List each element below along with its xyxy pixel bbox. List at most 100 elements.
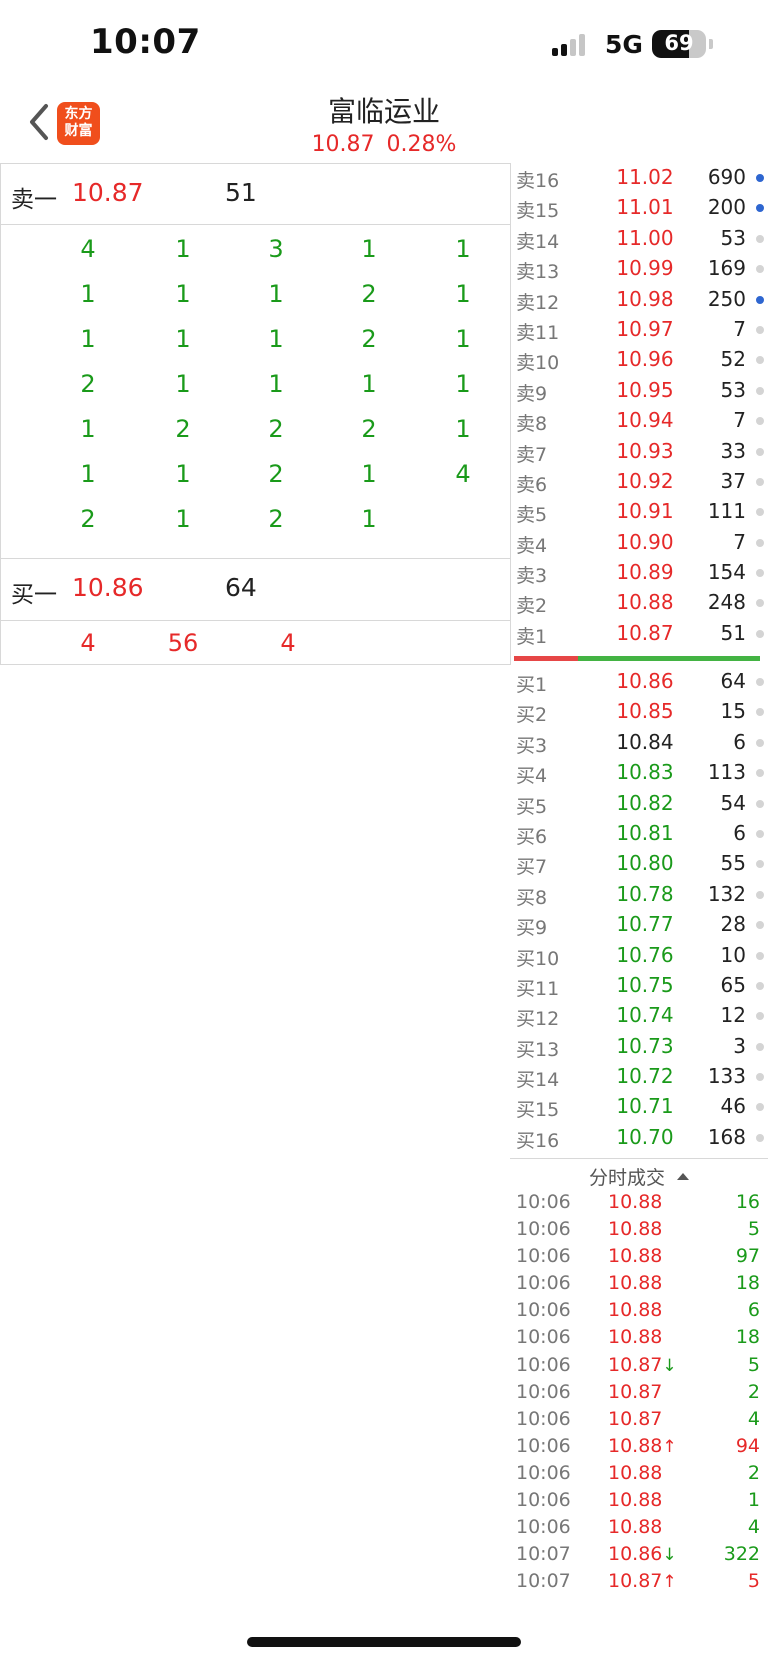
level-dot-icon bbox=[756, 1012, 764, 1021]
trade-row[interactable]: 10:06 10.87 4 bbox=[510, 1406, 768, 1433]
ask-level-row[interactable]: 卖10 10.96 52 bbox=[510, 345, 768, 375]
level-dot-icon bbox=[756, 860, 764, 869]
bid-level-row[interactable]: 买16 10.70 168 bbox=[510, 1123, 768, 1153]
level-price: 10.89 bbox=[616, 560, 674, 585]
bid-level-row[interactable]: 买2 10.85 15 bbox=[510, 697, 768, 727]
queue-order-size: 2 bbox=[175, 415, 191, 443]
level-label: 买8 bbox=[516, 886, 548, 909]
level-price: 10.70 bbox=[616, 1124, 674, 1149]
ask-level-row[interactable]: 卖7 10.93 33 bbox=[510, 437, 768, 467]
level-label: 卖14 bbox=[516, 230, 560, 253]
trade-row[interactable]: 10:06 10.88 6 bbox=[510, 1297, 768, 1324]
queue-order-size: 1 bbox=[268, 370, 284, 398]
trade-row[interactable]: 10:07 10.87↑ 5 bbox=[510, 1568, 768, 1595]
level-price: 11.00 bbox=[616, 225, 674, 250]
bid-level-row[interactable]: 买11 10.75 65 bbox=[510, 971, 768, 1001]
level-qty: 133 bbox=[707, 1064, 746, 1089]
home-indicator[interactable] bbox=[247, 1637, 521, 1647]
queue-order-size: 1 bbox=[175, 505, 191, 533]
level-qty: 113 bbox=[707, 760, 746, 785]
ask-level-row[interactable]: 卖4 10.90 7 bbox=[510, 528, 768, 558]
network-type: 5G bbox=[605, 30, 643, 59]
trades-header[interactable]: 分时成交 bbox=[510, 1158, 768, 1190]
bid-level-row[interactable]: 买12 10.74 12 bbox=[510, 1001, 768, 1031]
queue-order-size: 3 bbox=[268, 235, 284, 263]
trade-price-wrap: 10.88 bbox=[608, 1299, 662, 1321]
ask-level-row[interactable]: 卖13 10.99 169 bbox=[510, 254, 768, 284]
bid-level-row[interactable]: 买15 10.71 46 bbox=[510, 1092, 768, 1122]
bid-level-row[interactable]: 买1 10.86 64 bbox=[510, 667, 768, 697]
trade-price: 10.88 bbox=[608, 1218, 663, 1241]
level-dot-icon bbox=[756, 829, 764, 838]
bid1-row[interactable]: 买一 10.86 64 bbox=[0, 559, 511, 621]
trade-price: 10.86 bbox=[608, 1543, 663, 1566]
trade-row[interactable]: 10:06 10.88 97 bbox=[510, 1243, 768, 1270]
ask-level-row[interactable]: 卖1 10.87 51 bbox=[510, 619, 768, 649]
trade-row[interactable]: 10:06 10.88 18 bbox=[510, 1324, 768, 1351]
level-qty: 6 bbox=[733, 729, 746, 754]
trade-row[interactable]: 10:06 10.88 4 bbox=[510, 1514, 768, 1541]
ask-level-row[interactable]: 卖3 10.89 154 bbox=[510, 558, 768, 588]
battery-nub bbox=[709, 39, 713, 49]
trade-row[interactable]: 10:06 10.88 2 bbox=[510, 1460, 768, 1487]
level-label: 卖8 bbox=[516, 413, 548, 436]
level-price: 10.82 bbox=[616, 790, 674, 815]
level-dot-icon bbox=[756, 951, 764, 960]
queue-row: 2 1 2 1 bbox=[1, 505, 510, 550]
bid-level-row[interactable]: 买14 10.72 133 bbox=[510, 1062, 768, 1092]
level-price: 11.01 bbox=[616, 195, 674, 220]
level-price: 10.91 bbox=[616, 499, 674, 524]
bid-level-row[interactable]: 买8 10.78 132 bbox=[510, 880, 768, 910]
ask-level-row[interactable]: 卖5 10.91 111 bbox=[510, 497, 768, 527]
bid-level-row[interactable]: 买4 10.83 113 bbox=[510, 758, 768, 788]
ask-level-row[interactable]: 卖8 10.94 7 bbox=[510, 406, 768, 436]
ask-level-row[interactable]: 卖15 11.01 200 bbox=[510, 193, 768, 223]
bid-level-row[interactable]: 买5 10.82 54 bbox=[510, 789, 768, 819]
trade-time: 10:07 bbox=[516, 1543, 571, 1566]
trade-price-wrap: 10.88 bbox=[608, 1218, 662, 1240]
trade-row[interactable]: 10:06 10.87↓ 5 bbox=[510, 1352, 768, 1379]
ask-level-row[interactable]: 卖6 10.92 37 bbox=[510, 467, 768, 497]
ask-level-row[interactable]: 卖12 10.98 250 bbox=[510, 285, 768, 315]
trade-row[interactable]: 10:06 10.88 1 bbox=[510, 1487, 768, 1514]
trade-row[interactable]: 10:06 10.87 2 bbox=[510, 1379, 768, 1406]
bid-level-row[interactable]: 买6 10.81 6 bbox=[510, 819, 768, 849]
queue-order-size: 1 bbox=[175, 460, 191, 488]
level-price: 10.98 bbox=[616, 286, 674, 311]
bid1-price: 10.86 bbox=[72, 573, 144, 602]
trade-time: 10:07 bbox=[516, 1570, 571, 1593]
stock-quote: 10.87 0.28% bbox=[0, 132, 768, 157]
level-dot-icon bbox=[756, 295, 764, 304]
level-dot-icon bbox=[756, 799, 764, 808]
ask-level-row[interactable]: 卖9 10.95 53 bbox=[510, 376, 768, 406]
queue-order-size: 1 bbox=[80, 280, 96, 308]
trade-price-wrap: 10.87↑ bbox=[608, 1570, 677, 1592]
level-price: 10.92 bbox=[616, 468, 674, 493]
trade-volume: 5 bbox=[747, 1570, 760, 1593]
ask-level-row[interactable]: 卖16 11.02 690 bbox=[510, 163, 768, 193]
trade-time: 10:06 bbox=[516, 1461, 571, 1484]
trade-row[interactable]: 10:06 10.88 16 bbox=[510, 1189, 768, 1216]
bid-level-row[interactable]: 买3 10.84 6 bbox=[510, 728, 768, 758]
bid-level-row[interactable]: 买9 10.77 28 bbox=[510, 910, 768, 940]
level-dot-icon bbox=[756, 569, 764, 578]
ask-level-row[interactable]: 卖2 10.88 248 bbox=[510, 588, 768, 618]
level-qty: 250 bbox=[707, 286, 746, 311]
trade-price-wrap: 10.88 bbox=[608, 1191, 662, 1213]
bid-level-row[interactable]: 买7 10.80 55 bbox=[510, 849, 768, 879]
queue-row: 1 1 1 2 1 bbox=[1, 325, 510, 370]
trade-row[interactable]: 10:07 10.86↓ 322 bbox=[510, 1541, 768, 1568]
queue-order-size: 1 bbox=[361, 505, 377, 533]
bid-level-row[interactable]: 买10 10.76 10 bbox=[510, 941, 768, 971]
ask-level-row[interactable]: 卖14 11.00 53 bbox=[510, 224, 768, 254]
trade-row[interactable]: 10:06 10.88↑ 94 bbox=[510, 1433, 768, 1460]
level-label: 买16 bbox=[516, 1129, 560, 1152]
ask-level-row[interactable]: 卖11 10.97 7 bbox=[510, 315, 768, 345]
level-price: 10.84 bbox=[616, 729, 674, 754]
level-label: 买4 bbox=[516, 765, 548, 788]
level-label: 卖9 bbox=[516, 382, 548, 405]
ask1-row[interactable]: 卖一 10.87 51 bbox=[0, 163, 511, 225]
trade-row[interactable]: 10:06 10.88 18 bbox=[510, 1270, 768, 1297]
bid-level-row[interactable]: 买13 10.73 3 bbox=[510, 1032, 768, 1062]
trade-row[interactable]: 10:06 10.88 5 bbox=[510, 1216, 768, 1243]
